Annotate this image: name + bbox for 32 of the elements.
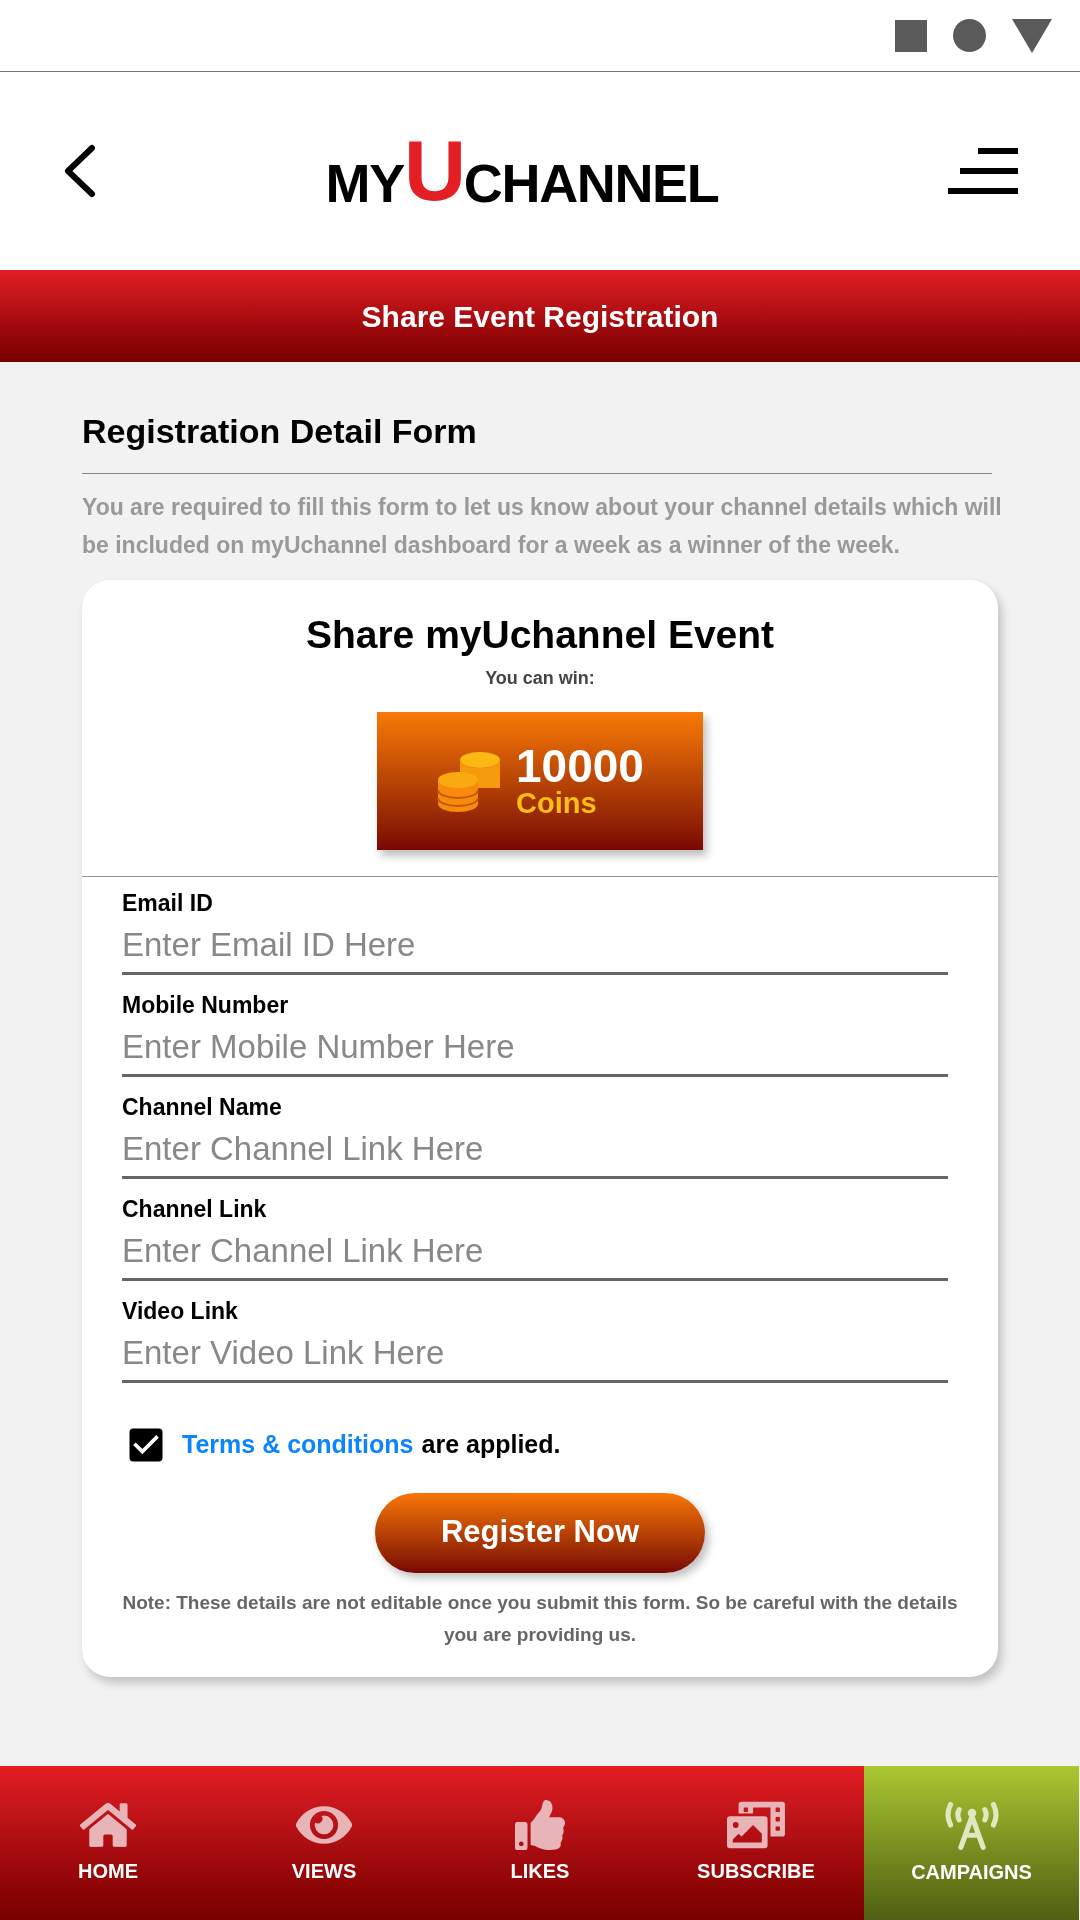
input-field[interactable]: Enter Video Link Here xyxy=(122,1326,948,1383)
field-label: Channel Link xyxy=(122,1194,268,1224)
app-logo: MYUCHANNEL xyxy=(325,134,719,208)
note-text: Note: These details are not editable once you submit this form. So be careful with the details you are providing us. xyxy=(121,1590,959,1647)
input-field[interactable]: Enter Channel Link Here xyxy=(122,1122,948,1179)
input-field[interactable]: Enter Mobile Number Here xyxy=(122,1020,948,1077)
input-field[interactable]: Enter Email ID Here xyxy=(122,918,948,975)
home-icon xyxy=(79,1800,137,1850)
nav-tab[interactable]: HOME xyxy=(0,1766,216,1920)
prize-unit: Coins xyxy=(516,789,598,818)
triangle-icon xyxy=(1012,18,1052,53)
field-label: Email ID xyxy=(122,888,214,918)
register-button[interactable]: Register Now xyxy=(375,1492,705,1573)
menu-icon[interactable] xyxy=(948,148,1018,194)
field-label: Channel Name xyxy=(122,1092,283,1122)
nav-tab[interactable]: CAMPAIGNS xyxy=(864,1766,1079,1920)
prize-amount: 10000 xyxy=(516,743,644,789)
terms-text: are applied. xyxy=(421,1428,561,1460)
card-subtitle: You can win: xyxy=(485,666,595,690)
nav-tab[interactable]: VIEWS xyxy=(216,1766,432,1920)
input-field[interactable]: Enter Channel Link Here xyxy=(122,1224,948,1281)
back-icon[interactable] xyxy=(62,144,96,198)
field-label: Video Link xyxy=(122,1296,239,1326)
page-banner: Share Event Registration xyxy=(0,270,1080,362)
field-label: Mobile Number xyxy=(122,990,290,1020)
nav-tab[interactable]: SUBSCRIBE xyxy=(648,1766,864,1920)
form-title: Registration Detail Form xyxy=(82,406,992,474)
nav-tab[interactable]: LIKES xyxy=(432,1766,648,1920)
terms-link[interactable]: Terms & conditions xyxy=(182,1429,414,1458)
form-description: You are required to fill this form to let us know about your channel details which will be included on myUchannel dashboard for a week as a winner of the week. xyxy=(82,493,1002,560)
square-icon xyxy=(895,19,927,52)
card-title: Share myUchannel Event xyxy=(305,612,775,658)
